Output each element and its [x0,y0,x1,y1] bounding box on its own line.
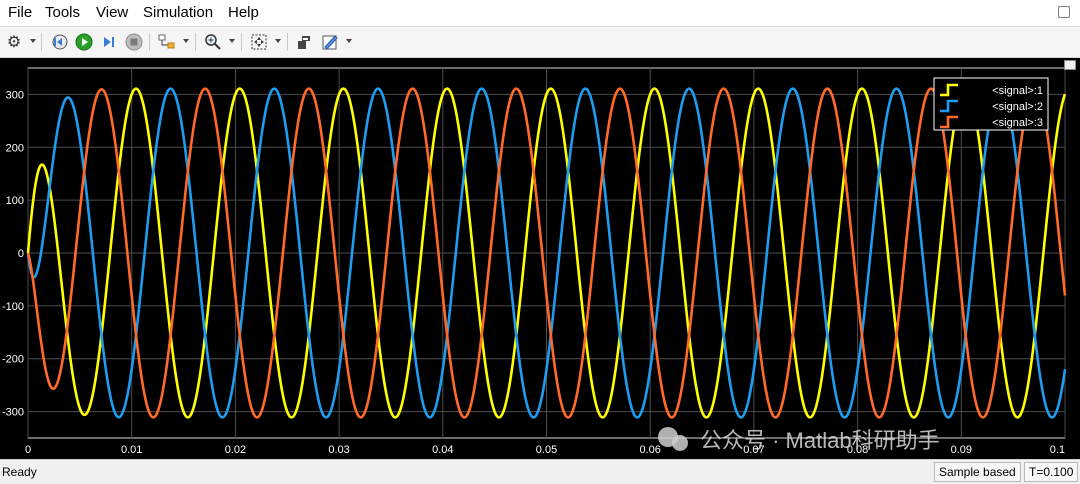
toolbar: ⚙ [0,27,1080,58]
step-forward-icon[interactable] [97,30,121,54]
x-tick-label: 0.04 [432,444,453,456]
y-tick-label: 100 [6,195,24,207]
menu-bar: File Tools View Simulation Help [0,0,1080,27]
stop-icon[interactable] [122,30,146,54]
y-tick-label: 200 [6,142,24,154]
watermark-text: 公众号 · Matlab科研助手 [700,428,940,453]
sample-mode-indicator: Sample based [934,462,1021,482]
x-tick-label: 0.06 [639,444,660,456]
run-icon[interactable] [72,30,96,54]
y-tick-label: -300 [2,407,24,419]
y-tick-label: -200 [2,354,24,366]
fit-to-view-icon[interactable] [247,30,271,54]
wechat-icon-secondary [672,435,688,451]
toolbar-separator [287,33,288,51]
style-icon[interactable] [318,30,342,54]
chevron-down-icon[interactable] [346,39,352,43]
chevron-down-icon[interactable] [30,39,36,43]
legend-label-1: <signal>:1 [992,85,1043,97]
toolbar-separator [149,33,150,51]
x-tick-label: 0.02 [225,444,246,456]
menu-tools[interactable]: Tools [45,4,80,21]
menu-simulation[interactable]: Simulation [143,4,213,21]
x-tick-label: 0.01 [121,444,142,456]
cursor-measure-icon[interactable] [292,30,316,54]
menu-view[interactable]: View [96,4,128,21]
y-tick-label: -100 [2,301,24,313]
toolbar-separator [241,33,242,51]
chevron-down-icon[interactable] [183,39,189,43]
scope-chart: -300 -200 -100 0 100 200 300 0 0.01 0.02 0.03 0.04… [2,67,1067,456]
legend-label-3: <signal>:3 [992,117,1043,129]
highlight-icon[interactable] [155,30,179,54]
y-tick-label: 300 [6,89,24,101]
gear-icon[interactable]: ⚙ [2,30,26,54]
step-back-icon[interactable] [47,30,71,54]
watermark: 公众号 · Matlab科研助手 [658,427,940,453]
scope-display: -300 -200 -100 0 100 200 300 0 0.01 0.02 0.03 0.04… [0,58,1080,459]
x-tick-label: 0.05 [536,444,557,456]
menu-file[interactable]: File [8,4,32,21]
toolbar-separator [195,33,196,51]
x-tick-label: 0.03 [328,444,349,456]
sim-time-indicator: T=0.100 [1024,462,1079,482]
expand-axes-icon[interactable] [1064,60,1076,70]
status-text: Ready [2,465,37,479]
window-restore-icon[interactable] [1058,6,1070,18]
zoom-icon[interactable] [201,30,225,54]
x-tick-label: 0 [25,444,31,456]
menu-help[interactable]: Help [228,4,259,21]
x-tick-label: 0.09 [951,444,972,456]
toolbar-separator [41,33,42,51]
legend[interactable]: <signal>:1 <signal>:2 <signal>:3 [933,77,1049,131]
legend-label-2: <signal>:2 [992,101,1043,113]
x-tick-label: 0.1 [1050,444,1065,456]
y-tick-label: 0 [18,248,24,260]
y-tick-labels: -300 -200 -100 0 100 200 300 [2,89,24,418]
chevron-down-icon[interactable] [229,39,235,43]
status-bar: Ready Sample based T=0.100 [0,459,1080,484]
chevron-down-icon[interactable] [275,39,281,43]
